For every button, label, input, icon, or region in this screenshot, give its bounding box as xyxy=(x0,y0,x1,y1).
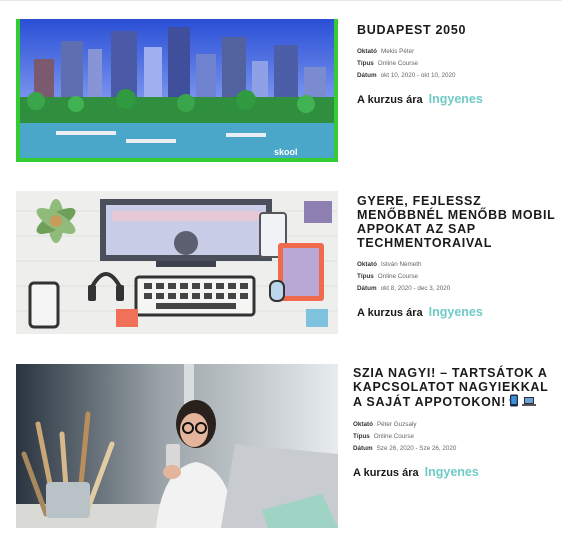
type-row: Típus Online Course xyxy=(357,271,557,283)
tutor-row: Oktató Péter Guzsaly xyxy=(353,419,558,431)
price-label: A kurzus ára xyxy=(357,94,423,106)
date-row: Dátum okt 8, 2020 - dec 3, 2020 xyxy=(357,283,557,295)
desk-gadgets-illustration-icon xyxy=(16,191,338,334)
course-title[interactable]: SZIA NAGYI! – TARTSÁTOK A KAPCSOLATOT NA… xyxy=(353,366,558,410)
type-label: Típus xyxy=(357,60,374,67)
course-title[interactable]: GYERE, FEJLESSZ MENŐBBNÉL MENŐBB MOBIL A… xyxy=(357,194,557,250)
type-label: Típus xyxy=(357,273,374,280)
type-row: Típus Online Course xyxy=(357,58,557,70)
date-label: Dátum xyxy=(357,72,377,79)
price-row: A kurzus ára Ingyenes xyxy=(353,463,558,481)
price-row: A kurzus ára Ingyenes xyxy=(357,303,557,321)
date-row: Dátum Sze 26, 2020 - Sze 26, 2020 xyxy=(353,443,558,455)
course-meta: Oktató István Németh Típus Online Course D… xyxy=(357,259,557,295)
course-image[interactable]: skool xyxy=(16,19,338,162)
price-row: A kurzus ára Ingyenes xyxy=(357,90,557,108)
tutor-label: Oktató xyxy=(357,48,377,55)
image-badge: skool xyxy=(274,147,298,157)
course-title[interactable]: BUDAPEST 2050 xyxy=(357,23,557,37)
woman-with-phone-photo-icon xyxy=(16,364,338,528)
course-meta: Oktató Péter Guzsaly Típus Online Course D… xyxy=(353,419,558,455)
course-info: GYERE, FEJLESSZ MENŐBBNÉL MENŐBB MOBIL A… xyxy=(357,194,557,321)
course-info: BUDAPEST 2050 Oktató Mekis Péter Típus Onl… xyxy=(357,23,557,108)
course-card: GYERE, FEJLESSZ MENŐBBNÉL MENŐBB MOBIL A… xyxy=(0,191,562,334)
top-divider xyxy=(0,0,562,1)
price-value: Ingyenes xyxy=(424,465,479,479)
date-row: Dátum okt 10, 2020 - okt 10, 2020 xyxy=(357,70,557,82)
course-meta: Oktató Mekis Péter Típus Online Course Dát… xyxy=(357,46,557,82)
tutor-label: Oktató xyxy=(357,261,377,268)
mobile-phone-icon xyxy=(507,394,519,410)
course-image[interactable] xyxy=(16,364,338,528)
tutor-value: Péter Guzsaly xyxy=(376,421,417,428)
course-card: SZIA NAGYI! – TARTSÁTOK A KAPCSOLATOT NA… xyxy=(0,364,562,528)
price-value: Ingyenes xyxy=(428,305,483,319)
type-label: Típus xyxy=(353,433,370,440)
course-info: SZIA NAGYI! – TARTSÁTOK A KAPCSOLATOT NA… xyxy=(353,366,558,481)
price-label: A kurzus ára xyxy=(357,307,423,319)
type-value: Online Course xyxy=(373,433,415,440)
type-row: Típus Online Course xyxy=(353,431,558,443)
date-label: Dátum xyxy=(357,285,377,292)
type-value: Online Course xyxy=(377,60,419,67)
laptop-icon xyxy=(522,396,537,410)
tutor-label: Oktató xyxy=(353,421,373,428)
price-value: Ingyenes xyxy=(428,92,483,106)
tutor-value: Mekis Péter xyxy=(380,48,415,55)
budapest-city-render-icon: skool xyxy=(16,19,338,162)
tutor-row: Oktató Mekis Péter xyxy=(357,46,557,58)
date-label: Dátum xyxy=(353,445,373,452)
tutor-row: Oktató István Németh xyxy=(357,259,557,271)
date-value: okt 10, 2020 - okt 10, 2020 xyxy=(380,72,456,79)
course-card: skool BUDAPEST 2050 Oktató Mekis Péter Tí… xyxy=(0,19,562,162)
date-value: Sze 26, 2020 - Sze 26, 2020 xyxy=(376,445,457,452)
price-label: A kurzus ára xyxy=(353,467,419,479)
date-value: okt 8, 2020 - dec 3, 2020 xyxy=(380,285,451,292)
course-image[interactable] xyxy=(16,191,338,334)
tutor-value: István Németh xyxy=(380,261,422,268)
type-value: Online Course xyxy=(377,273,419,280)
